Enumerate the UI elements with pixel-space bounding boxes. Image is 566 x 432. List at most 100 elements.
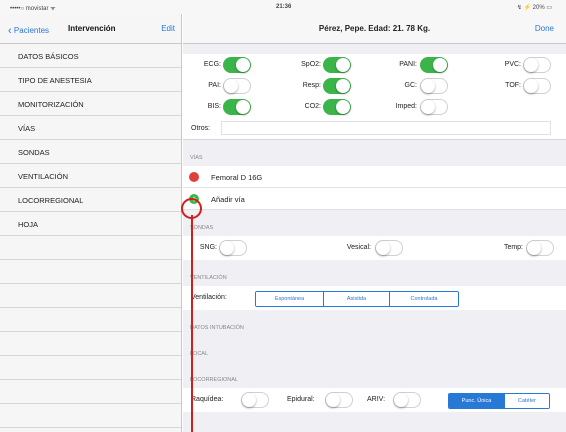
sidebar-item-sondas[interactable]: SONDAS <box>0 140 181 164</box>
sidebar-nav-bar: ‹ Pacientes Intervención Edit <box>0 14 181 44</box>
seg-punc-unica[interactable]: Punc. Única <box>449 394 505 408</box>
section-header-ventilacion: VENTILACIÓN <box>183 260 566 286</box>
sidebar: ‹ Pacientes Intervención Edit DATOS BÁSI… <box>0 14 182 432</box>
delete-icon[interactable] <box>189 172 199 182</box>
pvc-switch[interactable] <box>523 57 551 73</box>
detail-panel: Pérez, Pepe. Edad: 21. 78 Kg. Done ECG: … <box>183 14 566 432</box>
back-label: Pacientes <box>13 26 50 35</box>
raquidea-label: Raquídea: <box>191 396 224 403</box>
pai-switch[interactable] <box>223 78 251 94</box>
chevron-left-icon: ‹ <box>8 25 12 37</box>
sidebar-title: Intervención <box>68 24 116 33</box>
switch-knob <box>421 100 435 114</box>
switch-knob <box>236 100 250 114</box>
otros-row: Otros: <box>183 117 566 139</box>
switch-knob <box>326 393 340 407</box>
sidebar-item-tipo-anestesia[interactable]: TIPO DE ANESTESIA <box>0 68 181 92</box>
resp-label: Resp: <box>302 82 321 89</box>
sidebar-empty-row <box>0 380 181 404</box>
switch-knob <box>236 58 250 72</box>
section-header-intubacion[interactable]: DATOS INTUBACIÓN <box>183 310 566 336</box>
puncion-segmented-control: Punc. Única Catéter <box>448 393 550 409</box>
ariv-label: ARIV: <box>367 396 386 403</box>
bis-label: BIS: <box>207 103 221 110</box>
tof-label: TOF: <box>505 82 521 89</box>
sidebar-empty-row <box>0 236 181 260</box>
battery-indicator: ↯ ⚡ 20% ▭ <box>516 5 552 11</box>
switch-knob <box>224 79 238 93</box>
raquidea-switch[interactable] <box>241 392 269 408</box>
temp-label: Temp: <box>503 244 523 251</box>
epidural-switch[interactable] <box>325 392 353 408</box>
vesical-label: Vesical: <box>346 244 371 251</box>
sidebar-empty-row <box>0 308 181 332</box>
gc-label: GC: <box>404 82 417 89</box>
pai-label: PAI: <box>208 82 221 89</box>
epidural-label: Epidural: <box>287 396 315 403</box>
seg-espontanea[interactable]: Espontánea <box>256 292 324 306</box>
monitor-row-3: BIS: CO2: Imped: <box>183 96 566 117</box>
sidebar-item-ventilacion[interactable]: VENTILACIÓN <box>0 164 181 188</box>
sidebar-item-monitorizacion[interactable]: MONITORIZACIÓN <box>0 92 181 116</box>
seg-cateter[interactable]: Catéter <box>505 394 549 408</box>
monitoring-group: ECG: SpO2: PANI: PVC: PAI: Resp: GC: TOF… <box>183 54 566 140</box>
gc-switch[interactable] <box>420 78 448 94</box>
detail-nav-bar: Pérez, Pepe. Edad: 21. 78 Kg. Done <box>183 14 566 44</box>
switch-knob <box>524 79 538 93</box>
section-header-sondas: SONDAS <box>183 210 566 236</box>
sidebar-item-datos-basicos[interactable]: DATOS BÁSICOS <box>0 44 181 68</box>
ventilacion-label: Ventilación: <box>191 294 227 301</box>
pani-switch[interactable] <box>420 57 448 73</box>
switch-knob <box>376 241 390 255</box>
add-via-label: Añadir vía <box>211 195 245 204</box>
status-time: 21:36 <box>276 4 292 10</box>
vias-header: VÍAS <box>190 155 203 161</box>
seg-asistida[interactable]: Asistida <box>324 292 390 306</box>
bis-switch[interactable] <box>223 99 251 115</box>
co2-switch[interactable] <box>323 99 351 115</box>
edit-button[interactable]: Edit <box>161 24 175 33</box>
switch-knob <box>421 79 435 93</box>
tof-switch[interactable] <box>523 78 551 94</box>
done-button[interactable]: Done <box>535 24 554 33</box>
sng-label: SNG: <box>199 244 217 251</box>
switch-knob <box>527 241 541 255</box>
via-name: Femoral D 16G <box>211 173 263 182</box>
otros-label: Otros: <box>191 125 211 132</box>
sidebar-item-hoja[interactable]: HOJA <box>0 212 181 236</box>
switch-knob <box>394 393 408 407</box>
section-header-vias: VÍAS <box>183 140 566 166</box>
pani-label: PANI: <box>399 61 417 68</box>
switch-knob <box>336 79 350 93</box>
resp-switch[interactable] <box>323 78 351 94</box>
ecg-switch[interactable] <box>223 57 251 73</box>
sidebar-empty-row <box>0 260 181 284</box>
switch-knob <box>242 393 256 407</box>
monitor-row-2: PAI: Resp: GC: TOF: <box>183 75 566 96</box>
switch-knob <box>336 100 350 114</box>
vesical-switch[interactable] <box>375 240 403 256</box>
via-row[interactable]: Femoral D 16G <box>183 166 566 188</box>
locorregional-header: LOCORREGIONAL <box>190 377 238 383</box>
otros-field[interactable] <box>221 121 551 135</box>
sidebar-item-vias[interactable]: VÍAS <box>0 116 181 140</box>
temp-switch[interactable] <box>526 240 554 256</box>
monitor-row-1: ECG: SpO2: PANI: PVC: <box>183 54 566 75</box>
spo2-label: SpO2: <box>301 61 321 68</box>
seg-controlada[interactable]: Controlada <box>390 292 458 306</box>
add-via-row[interactable]: + Añadir vía <box>183 188 566 210</box>
imped-switch[interactable] <box>420 99 448 115</box>
sng-switch[interactable] <box>219 240 247 256</box>
ariv-switch[interactable] <box>393 392 421 408</box>
sidebar-item-locorregional[interactable]: LOCORREGIONAL <box>0 188 181 212</box>
section-header-locorregional: LOCORREGIONAL <box>183 362 566 388</box>
locorregional-row: Raquídea: Epidural: ARIV: Punc. Única Ca… <box>183 388 566 412</box>
ventilacion-header: VENTILACIÓN <box>190 275 227 281</box>
patient-title: Pérez, Pepe. Edad: 21. 78 Kg. <box>318 24 431 33</box>
back-button[interactable]: ‹ Pacientes <box>8 24 50 37</box>
annotation-line <box>191 215 193 432</box>
section-header-local[interactable]: LOCAL <box>183 336 566 362</box>
carrier-signal: •••••○ movistar ᯤ <box>10 6 56 12</box>
sidebar-empty-row <box>0 356 181 380</box>
spo2-switch[interactable] <box>323 57 351 73</box>
